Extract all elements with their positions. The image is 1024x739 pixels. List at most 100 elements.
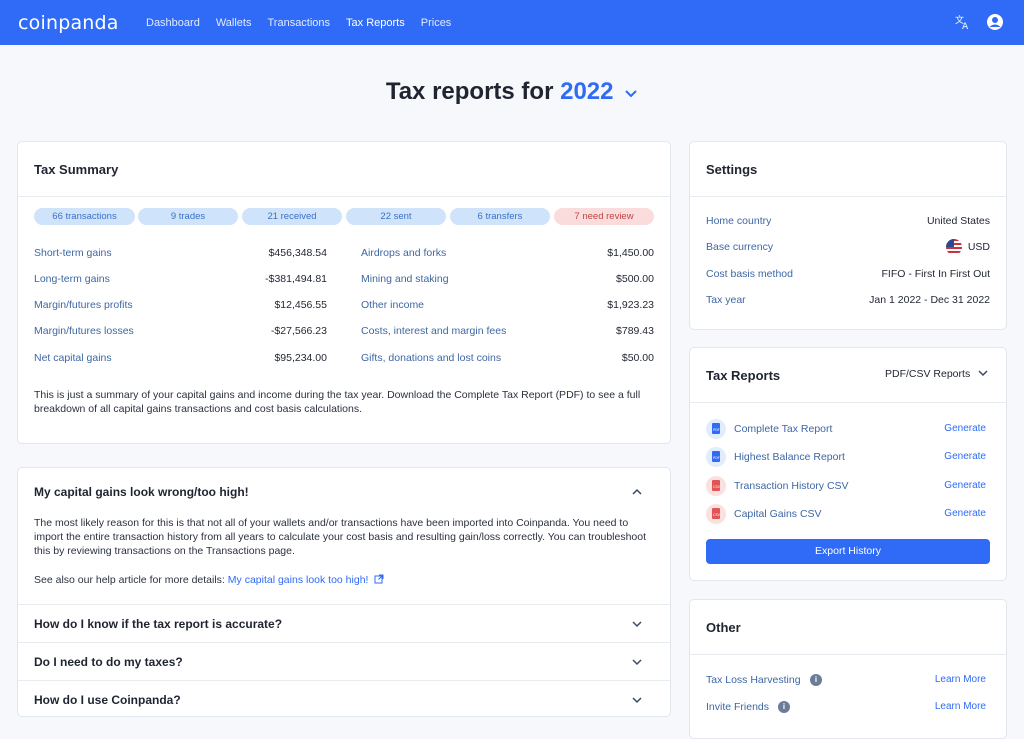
external-link-icon[interactable] [374, 574, 384, 584]
chevron-down-icon[interactable] [632, 619, 642, 629]
setting-label: Tax year [706, 294, 746, 306]
summary-value: $95,234.00 [274, 352, 327, 364]
learn-more-link[interactable]: Learn More [935, 701, 986, 712]
learn-more-link[interactable]: Learn More [935, 674, 986, 685]
nav-transactions[interactable]: Transactions [259, 17, 338, 29]
setting-value: FIFO - First In First Out [881, 268, 991, 280]
chevron-down-icon[interactable] [624, 86, 638, 100]
help-article-link[interactable]: My capital gains look too high! [228, 574, 369, 586]
generate-button[interactable]: Generate [944, 508, 986, 519]
divider [18, 642, 670, 643]
tax-reports-heading: Tax Reports [706, 368, 781, 383]
coinpanda-logo[interactable]: coinpanda [18, 12, 138, 34]
faq-question[interactable]: Do I need to do my taxes? [34, 655, 183, 669]
csv-file-icon: CSV [706, 476, 726, 496]
nav-tax-reports[interactable]: Tax Reports [338, 17, 413, 29]
export-history-button[interactable]: Export History [706, 539, 990, 564]
svg-text:PDF: PDF [713, 428, 720, 432]
svg-text:CSV: CSV [713, 485, 721, 489]
chevron-up-icon[interactable] [632, 487, 642, 497]
pdf-file-icon: PDF [706, 447, 726, 467]
main-nav: Dashboard Wallets Transactions Tax Repor… [138, 17, 459, 29]
summary-label: Net capital gains [34, 352, 112, 364]
summary-value: $1,923.23 [607, 299, 654, 311]
summary-label: Airdrops and forks [361, 247, 447, 259]
pill-need-review[interactable]: 7 need review [554, 208, 654, 225]
nav-dashboard[interactable]: Dashboard [138, 17, 208, 29]
divider [690, 196, 1006, 197]
title-prefix: Tax reports for [385, 78, 554, 105]
setting-label: Base currency [706, 241, 774, 253]
chevron-down-icon[interactable] [632, 657, 642, 667]
nav-prices[interactable]: Prices [413, 17, 460, 29]
report-type-dropdown[interactable]: PDF/CSV Reports [885, 368, 988, 380]
summary-value: $456,348.54 [268, 247, 327, 259]
divider [18, 604, 670, 605]
setting-label: Home country [706, 215, 772, 227]
divider [690, 402, 1006, 403]
account-icon[interactable] [986, 13, 1004, 31]
divider [18, 680, 670, 681]
faq-question[interactable]: My capital gains look wrong/too high! [34, 485, 249, 499]
nav-wallets[interactable]: Wallets [208, 17, 260, 29]
summary-label: Short-term gains [34, 247, 112, 259]
other-heading: Other [706, 620, 741, 635]
setting-value: United States [926, 215, 990, 227]
divider [690, 654, 1006, 655]
see-also-text: See also our help article for more detai… [34, 574, 225, 586]
summary-value: $1,450.00 [607, 247, 654, 259]
faq-question[interactable]: How do I know if the tax report is accur… [34, 617, 282, 631]
report-label: Transaction History CSV [734, 480, 849, 492]
dropdown-label: PDF/CSV Reports [885, 368, 971, 380]
pill-trades[interactable]: 9 trades [138, 208, 238, 225]
generate-button[interactable]: Generate [944, 480, 986, 491]
report-label: Highest Balance Report [734, 451, 845, 463]
pill-transactions[interactable]: 66 transactions [34, 208, 135, 225]
info-icon[interactable]: i [810, 674, 822, 686]
faq-question[interactable]: How do I use Coinpanda? [34, 693, 181, 707]
tax-summary-heading: Tax Summary [34, 162, 119, 177]
summary-value: $500.00 [616, 273, 654, 285]
setting-value: USD [967, 241, 990, 253]
pill-received[interactable]: 21 received [242, 208, 342, 225]
summary-value: -$27,566.23 [270, 325, 327, 337]
top-navbar: coinpanda Dashboard Wallets Transactions… [0, 0, 1024, 45]
summary-label: Long-term gains [34, 273, 110, 285]
other-label: Tax Loss Harvesting [706, 674, 801, 686]
chevron-down-icon [978, 370, 988, 377]
pill-transfers[interactable]: 6 transfers [450, 208, 550, 225]
summary-value: $50.00 [621, 352, 654, 364]
summary-label: Costs, interest and margin fees [361, 325, 507, 337]
report-label: Capital Gains CSV [734, 508, 822, 520]
svg-text:A: A [962, 22, 969, 31]
generate-button[interactable]: Generate [944, 423, 986, 434]
setting-label: Cost basis method [706, 268, 793, 280]
faq-card [17, 467, 671, 717]
summary-value: $789.43 [616, 325, 654, 337]
other-label: Invite Friends [706, 701, 770, 713]
report-label: Complete Tax Report [734, 423, 833, 435]
divider [18, 196, 670, 197]
summary-label: Other income [361, 299, 425, 311]
setting-value: Jan 1 2022 - Dec 31 2022 [869, 294, 990, 306]
summary-label: Gifts, donations and lost coins [361, 352, 502, 364]
summary-value: $12,456.55 [274, 299, 327, 311]
summary-label: Mining and staking [361, 273, 449, 285]
year-selector[interactable]: 2022 [560, 78, 613, 105]
other-card: Other [689, 599, 1007, 739]
pdf-file-icon: PDF [706, 419, 726, 439]
summary-note: This is just a summary of your capital g… [34, 389, 641, 415]
summary-label: Margin/futures losses [34, 325, 134, 337]
faq-answer: The most likely reason for this is that … [34, 517, 647, 557]
us-flag-icon [946, 239, 962, 255]
faq-see-also: See also our help article for more detai… [34, 573, 534, 587]
svg-text:CSV: CSV [713, 513, 721, 517]
generate-button[interactable]: Generate [944, 451, 986, 462]
svg-text:PDF: PDF [713, 456, 720, 460]
chevron-down-icon[interactable] [632, 695, 642, 705]
settings-heading: Settings [706, 162, 758, 177]
csv-file-icon: CSV [706, 504, 726, 524]
translate-icon[interactable]: 文A [954, 13, 972, 32]
pill-sent[interactable]: 22 sent [346, 208, 446, 225]
info-icon[interactable]: i [778, 701, 790, 713]
